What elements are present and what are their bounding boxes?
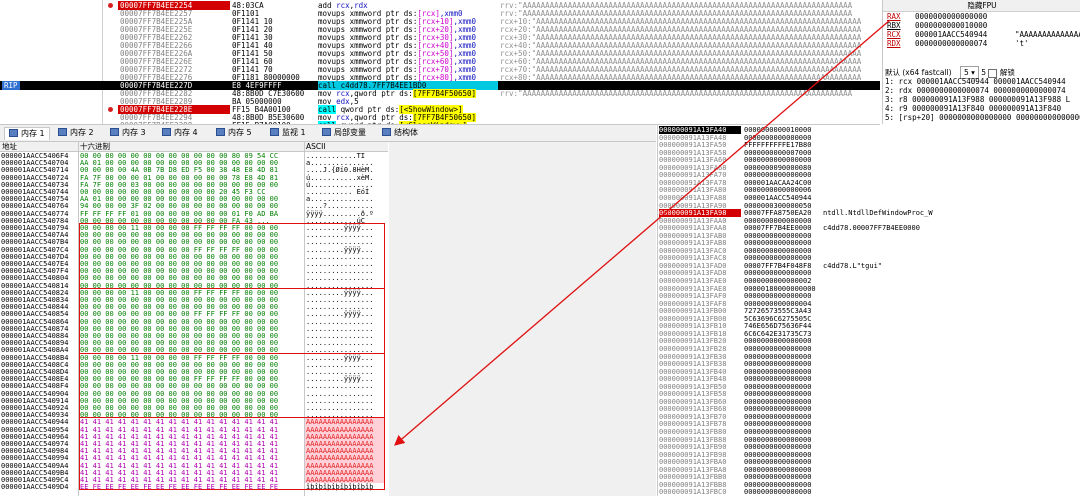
locals-icon <box>322 128 331 136</box>
watch-icon <box>270 128 279 136</box>
unlock-label: 解锁 <box>999 68 1015 77</box>
dump-col-hex: 十六进制 <box>80 142 110 151</box>
breakpoint-icon[interactable] <box>108 107 113 112</box>
call-arg-row[interactable]: 3: r8 000000091A13F988 000000091A13F988 … <box>883 95 1080 104</box>
tab-label: 监视 1 <box>282 128 306 137</box>
highlight-box <box>79 352 385 419</box>
dump-header: 地址 十六进制 ASCII <box>0 142 388 152</box>
register-value[interactable]: 0000000000000074 <box>915 39 1015 48</box>
call-arg-row[interactable]: 5: [rsp+20] 0000000000000000 00000000000… <box>883 113 1080 122</box>
tab-label: 内存 5 <box>228 128 252 137</box>
memory-icon <box>162 128 171 136</box>
tab-label: 内存 1 <box>21 129 45 138</box>
tab-label: 局部变量 <box>334 128 366 137</box>
tab-label: 结构体 <box>394 128 418 137</box>
empty-panel-area <box>389 142 656 496</box>
tab-6[interactable]: 监视 1 <box>270 127 306 139</box>
bottom-tab-bar: 内存 1 内存 2 内存 3 内存 4 内存 5 监视 1 局部变量 结构体 <box>0 125 656 142</box>
register-row[interactable]: RBX 0000000000010000 <box>883 21 1080 30</box>
tab-4[interactable]: 内存 4 <box>162 127 198 139</box>
tab-5[interactable]: 内存 5 <box>216 127 252 139</box>
memory-dump-view[interactable]: 地址 十六进制 ASCII 000001AACC5406F4 00 00 00 0… <box>0 142 388 496</box>
tab-2[interactable]: 内存 2 <box>58 127 94 139</box>
arg-count-value: 5 <box>963 68 969 77</box>
register-row[interactable]: RDX 0000000000000074't' <box>883 39 1080 48</box>
register-name: RCX <box>887 30 901 39</box>
register-value[interactable]: 0000000000010000 <box>915 21 1015 30</box>
tab-label: 内存 4 <box>174 128 198 137</box>
call-arguments-panel: 默认 (x64 fastcall) 5 ▾ 5 解锁 1: rcx 000001… <box>882 66 1080 124</box>
highlight-box <box>79 417 385 491</box>
register-name: RDX <box>887 39 901 48</box>
struct-icon <box>382 128 391 136</box>
register-comment: "AAAAAAAAAAAAAAAA <box>1015 30 1080 39</box>
stack-view[interactable]: 000000091A13FA40 0000000000010000 00000009… <box>657 125 1080 496</box>
dump-col-ascii: ASCII <box>306 142 326 151</box>
tab-1[interactable]: 内存 1 <box>4 127 50 140</box>
call-arg-row[interactable]: 4: r9 000000091A13F840 000000091A13F840 <box>883 104 1080 113</box>
memory-icon <box>9 129 18 137</box>
memory-icon <box>110 128 119 136</box>
register-value[interactable]: 000001AACC540944 <box>915 30 1015 39</box>
hide-fpu-button[interactable]: 隐藏FPU <box>883 0 1080 12</box>
register-row[interactable]: RCX 000001AACC540944"AAAAAAAAAAAAAAAA <box>883 30 1080 39</box>
breakpoint-icon[interactable] <box>108 3 113 8</box>
stack-address: 000000091A13FBC0 <box>659 488 727 496</box>
disassembly-view[interactable]: 00007FF7B4EE2254 48:03CA add rcx,rdx rrv:"A… <box>0 0 880 125</box>
highlight-box <box>79 287 385 354</box>
register-row[interactable]: RAX 0000000000000000 <box>883 12 1080 21</box>
highlight-box <box>79 223 385 289</box>
memory-icon <box>216 128 225 136</box>
tab-8[interactable]: 结构体 <box>382 127 418 139</box>
memory-icon <box>58 128 67 136</box>
dump-address: 000001AACC5409D4 <box>1 483 69 492</box>
stack-value: 0000000000000000 <box>744 488 812 496</box>
tab-label: 内存 2 <box>70 128 94 137</box>
arg-stepper-value[interactable]: 5 <box>981 68 986 77</box>
registers-panel: 隐藏FPU RAX 0000000000000000 RBX 000000000001… <box>882 0 1080 68</box>
dump-col-address: 地址 <box>2 142 17 151</box>
call-arg-row[interactable]: 1: rcx 000001AACC540944 000001AACC540944 <box>883 77 1080 86</box>
register-name: RAX <box>887 12 901 21</box>
register-name: RBX <box>887 21 901 30</box>
register-comment: 't' <box>1015 39 1029 48</box>
tab-3[interactable]: 内存 3 <box>110 127 146 139</box>
register-value[interactable]: 0000000000000000 <box>915 12 1015 21</box>
calling-convention-select[interactable]: 默认 (x64 fastcall) <box>885 68 952 77</box>
call-args-header: 默认 (x64 fastcall) 5 ▾ 5 解锁 <box>883 66 1080 79</box>
call-arg-row[interactable]: 2: rdx 0000000000000074 0000000000000074 <box>883 86 1080 95</box>
tab-label: 内存 3 <box>122 128 146 137</box>
stack-row[interactable]: 000000091A13FBC0 0000000000000000 <box>658 488 1080 496</box>
tab-7[interactable]: 局部变量 <box>322 127 366 139</box>
